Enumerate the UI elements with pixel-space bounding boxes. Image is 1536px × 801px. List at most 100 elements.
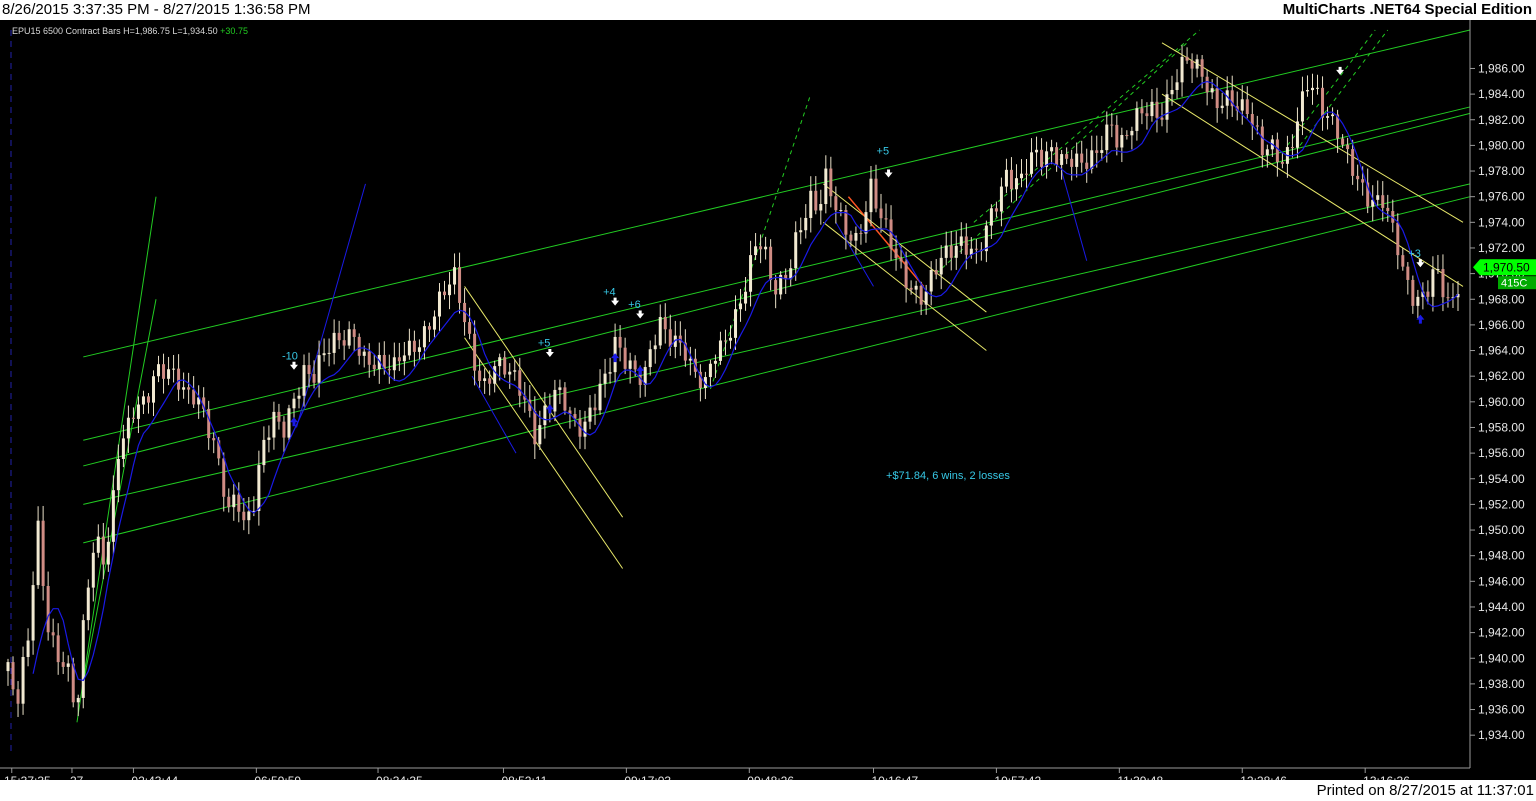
candle-body [357,336,361,356]
candle [407,328,411,360]
candle-body [91,552,95,588]
candle [167,356,171,386]
candle [914,280,918,304]
candle [834,186,838,224]
candle [1210,79,1214,100]
candle [157,355,161,383]
instrument-info-part: L=1,934.50 [170,26,218,36]
candle [1295,107,1299,159]
candle [41,505,45,601]
candle [61,651,65,675]
candle [1346,137,1350,164]
candle [1140,99,1144,125]
candle-body [272,411,276,438]
y-tick-label: 1,952.00 [1478,497,1525,511]
candle-body [543,405,547,426]
candle [879,193,883,233]
candle [493,360,497,393]
candle [172,354,176,383]
candle-body [6,662,10,672]
candle-body [292,398,296,409]
candle-body [41,520,45,587]
x-tick-label: 13:16:36 [1363,774,1410,780]
candle [192,376,196,408]
candle-body [1401,255,1405,267]
candle [688,346,692,376]
candle-body [131,417,135,419]
candle-body [804,217,808,231]
candle-body [723,340,727,342]
candle [402,341,406,376]
candle-body [1040,149,1044,167]
candle [488,370,492,396]
candle-body [182,387,186,390]
candle-body [909,287,913,290]
candle-body [111,490,115,542]
candle-body [257,465,261,511]
candle [367,343,371,378]
candle-body [1120,135,1124,148]
sell-arrow-icon [1336,66,1345,75]
candle [513,359,517,381]
candle-body [934,270,938,275]
candle [397,342,401,372]
candle-body [222,458,226,497]
candle-body [999,186,1003,212]
candle [1110,112,1114,138]
candle [648,340,652,376]
candle-body [819,204,823,211]
candle [623,337,627,375]
candle [347,321,351,349]
candle [1205,69,1209,106]
candle-body [1050,147,1054,152]
candle-body [297,395,301,399]
candle-body [392,357,396,371]
candle-body [914,285,918,290]
candle-body [734,309,738,338]
candle-body [628,360,632,369]
candle [1150,89,1154,122]
candle [824,155,828,214]
candle-body [1346,144,1350,150]
candle-body [618,336,622,348]
candle [1165,79,1169,133]
candle-body [443,291,447,296]
candle-body [749,255,753,292]
strategy-summary: +$71.84, 6 wins, 2 losses [886,470,1010,482]
candle [272,401,276,450]
candle [944,231,948,266]
candle-body [864,212,868,234]
candle-body [493,366,497,384]
y-tick-label: 1,944.00 [1478,600,1525,614]
candle [152,370,156,417]
candle [764,236,768,260]
chart-area[interactable]: -10 +5 +4 +6 +5 +3 +$71.84, 6 wins, 2 losses EP… [0,20,1536,780]
candle-body [126,417,130,439]
candle [483,368,487,394]
x-tick-label: 15:37:35 [4,774,51,780]
candle [1220,92,1224,114]
candle [934,258,938,280]
candle [658,304,662,349]
candle-body [839,210,843,212]
candle-body [1446,297,1450,299]
y-tick-label: 1,974.00 [1478,215,1525,229]
candle-body [307,365,311,375]
candle-body [653,345,657,350]
candle-body [417,347,421,352]
price-chart[interactable]: -10 +5 +4 +6 +5 +3 +$71.84, 6 wins, 2 losses EP… [0,20,1536,780]
candle-body [1140,108,1144,114]
candle-body [598,383,602,411]
candle-body [458,267,462,303]
candle-body [327,352,331,354]
candle [718,331,722,365]
candle-body [708,363,712,378]
candle-body [473,333,477,371]
candle [578,410,582,449]
candle [854,226,858,254]
candle [728,325,732,349]
candle [207,400,211,450]
candle [668,314,672,357]
exit-arrow-icon [636,310,645,319]
y-tick-label: 1,934.00 [1478,728,1525,742]
